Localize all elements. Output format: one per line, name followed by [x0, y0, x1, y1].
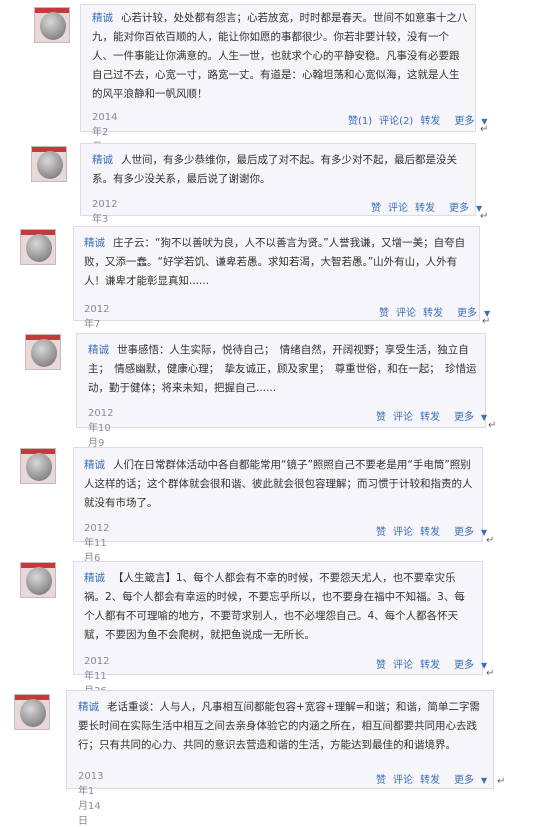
- post-actions: 赞评论 转发 更多 ▼: [369, 771, 487, 786]
- like-button[interactable]: 赞: [376, 527, 386, 538]
- author-link[interactable]: 精诚: [88, 344, 109, 356]
- post-actions: 赞评论 转发 更多 ▼: [369, 656, 487, 671]
- like-button[interactable]: 赞: [376, 660, 386, 671]
- comment-button[interactable]: 评论: [388, 203, 408, 214]
- like-button[interactable]: 赞: [379, 308, 389, 319]
- post-actions: 赞评论 转发 更多 ▼: [369, 408, 487, 423]
- forward-button[interactable]: 转发: [420, 775, 440, 786]
- return-mark: ↵: [486, 535, 495, 546]
- post-actions: 赞评论 转发 更多 ▼: [372, 304, 490, 319]
- like-button[interactable]: 赞(1): [348, 116, 372, 127]
- author-link[interactable]: 精诚: [78, 701, 99, 713]
- forward-button[interactable]: 转发: [420, 116, 440, 127]
- dropdown-arrow-icon: ▼: [481, 413, 488, 422]
- author-link[interactable]: 精诚: [84, 459, 105, 471]
- post-text: 老话重谈：人与人，凡事相互间都能包容+宽容+理解=和谐；和谐，简单二字需要长时间…: [78, 701, 480, 751]
- comment-button[interactable]: 评论: [393, 527, 413, 538]
- more-button[interactable]: 更多 ▼: [442, 203, 482, 214]
- more-button[interactable]: 更多 ▼: [447, 775, 487, 786]
- return-mark: ↵: [482, 316, 491, 327]
- forward-button[interactable]: 转发: [423, 308, 443, 319]
- author-link[interactable]: 精诚: [92, 154, 113, 166]
- return-mark: ↵: [480, 124, 489, 135]
- post-body: 精诚 老话重谈：人与人，凡事相互间都能包容+宽容+理解=和谐；和谐，简单二字需要长…: [78, 698, 488, 755]
- post-actions: 赞评论 转发 更多 ▼: [364, 199, 482, 214]
- post-actions: 赞评论 转发 更多 ▼: [369, 523, 487, 538]
- post-body: 精诚 【人生箴言】1、每个人都会有不幸的时候，不要怨天尤人，也不要幸灾乐祸。2、每…: [84, 569, 474, 645]
- more-button[interactable]: 更多 ▼: [447, 660, 487, 671]
- forward-button[interactable]: 转发: [420, 527, 440, 538]
- author-link[interactable]: 精诚: [84, 572, 105, 584]
- avatar[interactable]: [34, 7, 70, 43]
- return-mark: ↵: [480, 211, 489, 222]
- post-body: 精诚 庄子云：“狗不以善吠为良，人不以善言为贤。”人誉我谦，又增一美；自夸自败，又…: [84, 234, 474, 291]
- author-link[interactable]: 精诚: [92, 12, 113, 24]
- forward-button[interactable]: 转发: [420, 412, 440, 423]
- post-actions: 赞(1) 评论(2) 转发 更多 ▼: [341, 112, 488, 127]
- comment-button[interactable]: 评论: [393, 412, 413, 423]
- comment-button[interactable]: 评论(2): [379, 116, 413, 127]
- forward-button[interactable]: 转发: [420, 660, 440, 671]
- avatar[interactable]: [20, 448, 56, 484]
- post-body: 精诚 世事感悟：人生实际，悦待自己； 情绪自然，开阔视野；享受生活，独立自主； 情…: [88, 341, 478, 398]
- like-button[interactable]: 赞: [371, 203, 381, 214]
- return-mark: ↵: [486, 668, 495, 679]
- post-text: 人世间，有多少恭维你，最后成了对不起。有多少对不起，最后都是没关系。有多少没关系…: [92, 154, 457, 185]
- comment-button[interactable]: 评论: [393, 660, 413, 671]
- post-body: 精诚 人们在日常群体活动中各自都能常用“镜子”照照自己不要老是用“手电筒”照别人这…: [84, 456, 474, 513]
- avatar[interactable]: [31, 146, 67, 182]
- like-button[interactable]: 赞: [376, 412, 386, 423]
- post-text: 【人生箴言】1、每个人都会有不幸的时候，不要怨天尤人，也不要幸灾乐祸。2、每个人…: [84, 572, 465, 641]
- comment-button[interactable]: 评论: [393, 775, 413, 786]
- post-text: 心若计较，处处都有怨言；心若放宽，时时都是春天。世间不如意事十之八九，能对你百依…: [92, 12, 468, 100]
- author-link[interactable]: 精诚: [84, 237, 105, 249]
- post-text: 人们在日常群体活动中各自都能常用“镜子”照照自己不要老是用“手电筒”照别人这样的…: [84, 459, 473, 509]
- more-button[interactable]: 更多 ▼: [447, 412, 487, 423]
- post-date: 2013年1月14日: [78, 771, 104, 827]
- more-button[interactable]: 更多 ▼: [447, 527, 487, 538]
- post-text: 庄子云：“狗不以善吠为良，人不以善言为贤。”人誉我谦，又增一美；自夸自败，又添一…: [84, 237, 466, 287]
- return-mark: ↵: [488, 420, 497, 431]
- avatar[interactable]: [14, 694, 50, 730]
- return-mark: ↵: [497, 776, 506, 787]
- dropdown-arrow-icon: ▼: [481, 776, 488, 785]
- avatar[interactable]: [25, 334, 61, 370]
- avatar[interactable]: [20, 562, 56, 598]
- post-text: 世事感悟：人生实际，悦待自己； 情绪自然，开阔视野；享受生活，独立自主； 情感幽…: [88, 344, 477, 394]
- like-button[interactable]: 赞: [376, 775, 386, 786]
- forward-button[interactable]: 转发: [415, 203, 435, 214]
- comment-button[interactable]: 评论: [396, 308, 416, 319]
- post-body: 精诚 心若计较，处处都有怨言；心若放宽，时时都是春天。世间不如意事十之八九，能对你…: [92, 9, 468, 104]
- post-body: 精诚 人世间，有多少恭维你，最后成了对不起。有多少对不起，最后都是没关系。有多少没…: [92, 151, 468, 189]
- avatar[interactable]: [20, 229, 56, 265]
